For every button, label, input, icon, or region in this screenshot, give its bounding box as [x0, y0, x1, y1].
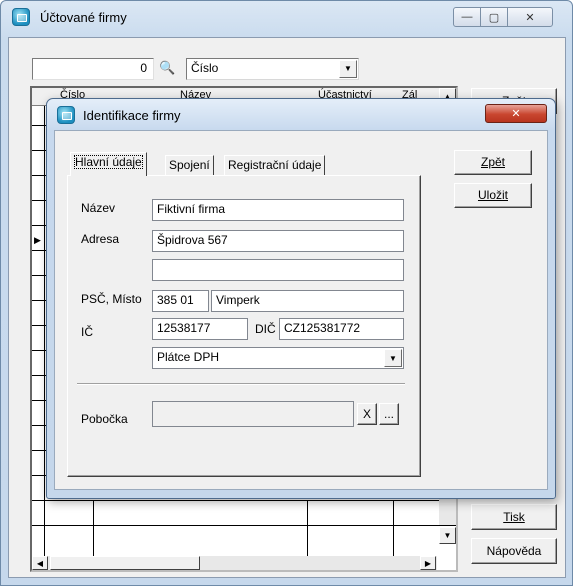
save-label: Uložit	[477, 188, 508, 202]
grid-divider	[32, 250, 46, 251]
dialog-back-button[interactable]: Zpět	[454, 150, 532, 175]
grid-divider	[32, 350, 46, 351]
grid-divider	[32, 525, 456, 526]
print-label: Tisk	[503, 510, 525, 524]
grid-divider	[393, 500, 394, 556]
nazev-input[interactable]: Fiktivní firma	[152, 199, 404, 221]
pobocka-clear-button[interactable]: X	[357, 403, 377, 425]
grid-divider	[32, 225, 46, 226]
grid-divider	[32, 300, 46, 301]
dialog-app-icon	[57, 106, 75, 124]
scroll-right-button[interactable]: ▶	[420, 556, 436, 570]
horizontal-scroll-thumb[interactable]	[50, 556, 200, 570]
search-field-value: Číslo	[191, 61, 219, 75]
close-icon: ✕	[511, 108, 521, 120]
ic-label: IČ	[81, 325, 93, 339]
clear-icon: X	[362, 407, 371, 421]
section-divider	[77, 383, 405, 385]
tab-spojeni-label: Spojení	[169, 158, 210, 172]
grid-divider	[32, 175, 46, 176]
psc-misto-label: PSČ, Místo	[81, 292, 142, 306]
tab-registracni-udaje[interactable]: Registrační údaje	[224, 155, 326, 176]
grid-divider	[307, 500, 308, 556]
minimize-icon: —	[461, 11, 473, 23]
dic-input[interactable]: CZ125381772	[279, 318, 404, 340]
chevron-down-icon: ▼	[339, 60, 357, 78]
save-button[interactable]: Uložit	[454, 183, 532, 208]
grid-divider	[32, 275, 46, 276]
grid-divider	[44, 106, 45, 556]
pobocka-label: Pobočka	[81, 412, 128, 426]
ic-input[interactable]: 12538177	[152, 318, 248, 340]
adresa-line2-input[interactable]	[152, 259, 404, 281]
help-button[interactable]: Nápověda	[471, 538, 557, 564]
adresa-label: Adresa	[81, 232, 120, 246]
dialog-client-area: Hlavní údaje Spojení Registrační údaje N…	[54, 130, 548, 490]
dic-label: DIČ	[255, 322, 276, 336]
grid-divider	[93, 500, 94, 556]
outer-window-title: Účtované firmy	[40, 10, 127, 25]
grid-divider	[32, 375, 46, 376]
chevron-down-icon: ▼	[384, 349, 402, 367]
binoculars-search-icon[interactable]: 🔍	[159, 60, 175, 76]
nazev-label: Název	[81, 201, 116, 215]
grid-divider	[32, 425, 46, 426]
dph-select-value: Plátce DPH	[157, 350, 220, 364]
dialog-close-button[interactable]: ✕	[485, 104, 547, 123]
maximize-button[interactable]: ▢	[480, 7, 508, 27]
tab-registracni-udaje-label: Registrační údaje	[228, 158, 322, 172]
help-label: Nápověda	[486, 544, 542, 558]
dialog-title: Identifikace firmy	[83, 108, 181, 123]
psc-input[interactable]: 385 01	[152, 290, 209, 312]
grid-divider	[32, 125, 46, 126]
grid-divider	[32, 150, 46, 151]
dialog-back-label: Zpět	[480, 155, 505, 169]
grid-divider	[32, 450, 46, 451]
identifikace-firmy-dialog: Identifikace firmy ✕ Hlavní údaje Spojen…	[46, 98, 556, 499]
misto-input[interactable]: Vimperk	[211, 290, 404, 312]
grid-divider	[32, 500, 456, 501]
close-icon: ✕	[525, 11, 535, 24]
print-button[interactable]: Tisk	[471, 504, 557, 530]
dph-select[interactable]: Plátce DPH ▼	[152, 347, 404, 369]
pobocka-input[interactable]	[152, 401, 354, 427]
current-row-indicator-icon: ▶	[34, 235, 41, 245]
scroll-down-button[interactable]: ▼	[439, 527, 456, 544]
record-number-input[interactable]: 0	[32, 58, 154, 80]
grid-divider	[32, 325, 46, 326]
tab-hlavni-udaje[interactable]: Hlavní údaje	[70, 152, 147, 176]
maximize-icon: ▢	[488, 11, 500, 24]
pobocka-browse-button[interactable]: ...	[379, 403, 399, 425]
minimize-button[interactable]: —	[453, 7, 481, 27]
grid-divider	[32, 200, 46, 201]
adresa-input[interactable]: Špidrova 567	[152, 230, 404, 252]
scroll-left-button[interactable]: ◀	[32, 556, 48, 570]
browse-icon: ...	[383, 407, 394, 421]
tab-hlavni-udaje-label: Hlavní údaje	[74, 155, 143, 169]
grid-divider	[32, 475, 46, 476]
grid-divider	[32, 400, 46, 401]
close-button[interactable]: ✕	[507, 7, 553, 27]
tab-spojeni[interactable]: Spojení	[165, 155, 214, 176]
search-field-select[interactable]: Číslo ▼	[186, 58, 359, 80]
app-icon	[12, 8, 30, 26]
